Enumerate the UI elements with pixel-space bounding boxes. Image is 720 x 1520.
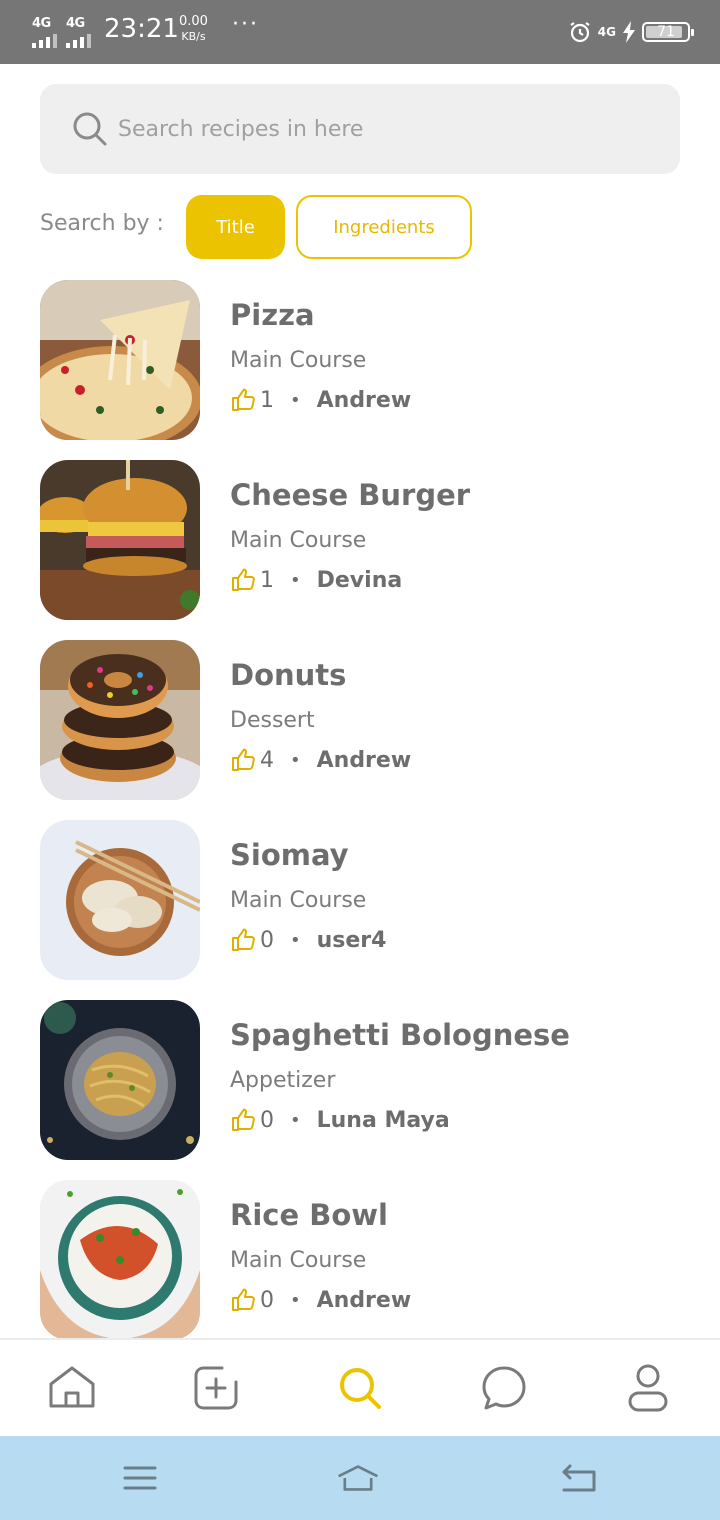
list-item[interactable]: Cheese Burger Main Course 1 • Devina	[40, 460, 680, 620]
clock: 23:21	[104, 14, 179, 44]
signal-bars-icon	[32, 34, 57, 48]
thumbs-up-icon	[232, 748, 255, 771]
search-by-ingredients-button[interactable]: Ingredients	[296, 195, 472, 259]
like-count: 0	[260, 1107, 274, 1133]
list-item[interactable]: Rice Bowl Main Course 0 • Andrew	[40, 1180, 680, 1340]
recipe-meta: 0 • user4	[230, 927, 386, 953]
recipe-name: Cheese Burger	[230, 478, 471, 512]
like-count: 1	[260, 387, 274, 413]
home-icon	[49, 1366, 95, 1408]
menu-icon	[123, 1466, 157, 1490]
network-type-sim2: 4G	[66, 16, 85, 31]
recipe-image	[40, 1000, 200, 1160]
meta-separator: •	[290, 929, 301, 951]
recipe-image	[40, 280, 200, 440]
charging-icon	[623, 21, 635, 43]
recipe-author: Andrew	[316, 747, 412, 773]
search-icon	[340, 1368, 381, 1409]
recipe-author: Andrew	[316, 1287, 412, 1313]
meta-separator: •	[290, 389, 301, 411]
network-type-sim1: 4G	[32, 16, 51, 31]
list-item[interactable]: Pizza Main Course 1 • Andrew	[40, 280, 680, 440]
like-count: 0	[260, 927, 274, 953]
recipe-name: Spaghetti Bolognese	[230, 1018, 570, 1052]
status-icons: 4G 71	[568, 18, 694, 46]
like-count: 4	[260, 747, 274, 773]
recipe-meta: 4 • Andrew	[230, 747, 411, 773]
search-input[interactable]	[118, 106, 658, 152]
recipe-image	[40, 640, 200, 800]
alarm-icon	[570, 22, 590, 43]
thumbs-up-icon	[232, 1288, 255, 1311]
signal-strength-sim1: 4G	[32, 16, 58, 48]
search-box[interactable]	[40, 84, 680, 174]
nav-profile[interactable]	[622, 1362, 674, 1414]
thumbs-up-icon	[232, 928, 255, 951]
back-icon	[562, 1464, 596, 1492]
recipe-name: Pizza	[230, 298, 315, 332]
system-menu-button[interactable]	[118, 1458, 162, 1498]
meta-separator: •	[290, 1109, 301, 1131]
recipe-meta: 1 • Andrew	[230, 387, 411, 413]
recipe-author: Devina	[316, 567, 403, 593]
add-recipe-icon	[194, 1366, 238, 1410]
recipe-image	[40, 820, 200, 980]
nav-chat[interactable]	[478, 1362, 530, 1414]
nav-add-recipe[interactable]	[190, 1362, 242, 1414]
recipe-category: Main Course	[230, 1248, 367, 1273]
recipe-category: Appetizer	[230, 1068, 336, 1093]
system-navigation	[0, 1436, 720, 1520]
network-speed-unit: KB/s	[181, 30, 206, 43]
chat-icon	[482, 1366, 526, 1410]
system-back-button[interactable]	[556, 1458, 600, 1498]
nav-search[interactable]	[334, 1362, 386, 1414]
network-speed-value: 0.00	[179, 14, 208, 29]
nav-home[interactable]	[46, 1362, 98, 1414]
thumbs-up-icon	[232, 1108, 255, 1131]
status-bar: 4G 4G 23:21 0.00 KB/s ··· 4G 71	[0, 0, 720, 64]
recipe-name: Rice Bowl	[230, 1198, 388, 1232]
recipe-meta: 0 • Andrew	[230, 1287, 411, 1313]
recipe-author: Andrew	[316, 387, 412, 413]
recipe-image	[40, 1180, 200, 1340]
recipe-meta: 1 • Devina	[230, 567, 402, 593]
battery-icon: 71	[642, 22, 694, 42]
search-by-label: Search by :	[40, 211, 164, 236]
meta-separator: •	[290, 569, 301, 591]
meta-separator: •	[290, 1289, 301, 1311]
bottom-navigation	[0, 1338, 720, 1436]
home-icon	[338, 1465, 378, 1491]
battery-level: 71	[657, 24, 675, 40]
like-count: 1	[260, 567, 274, 593]
search-by-title-button[interactable]: Title	[186, 195, 285, 259]
recipe-image	[40, 460, 200, 620]
list-item[interactable]: Spaghetti Bolognese Appetizer 0 • Luna M…	[40, 1000, 680, 1160]
recipe-meta: 0 • Luna Maya	[230, 1107, 450, 1133]
network-type-right: 4G	[597, 25, 616, 39]
signal-bars-icon	[66, 34, 91, 48]
list-item[interactable]: Donuts Dessert 4 • Andrew	[40, 640, 680, 800]
recipe-author: Luna Maya	[316, 1107, 450, 1133]
list-item[interactable]: Siomay Main Course 0 • user4	[40, 820, 680, 980]
profile-icon	[628, 1364, 668, 1412]
thumbs-up-icon	[232, 568, 255, 591]
recipe-author: user4	[316, 927, 387, 953]
recipe-name: Donuts	[230, 658, 347, 692]
thumbs-up-icon	[232, 388, 255, 411]
like-count: 0	[260, 1287, 274, 1313]
recipe-category: Main Course	[230, 888, 367, 913]
system-home-button[interactable]	[336, 1458, 380, 1498]
recipe-category: Main Course	[230, 348, 367, 373]
notification-overflow: ···	[232, 12, 259, 37]
recipe-name: Siomay	[230, 838, 349, 872]
recipe-category: Main Course	[230, 528, 367, 553]
signal-strength-sim2: 4G	[66, 16, 92, 48]
network-speed: 0.00 KB/s	[179, 14, 208, 44]
meta-separator: •	[290, 749, 301, 771]
recipe-category: Dessert	[230, 708, 315, 733]
search-icon	[73, 112, 107, 146]
